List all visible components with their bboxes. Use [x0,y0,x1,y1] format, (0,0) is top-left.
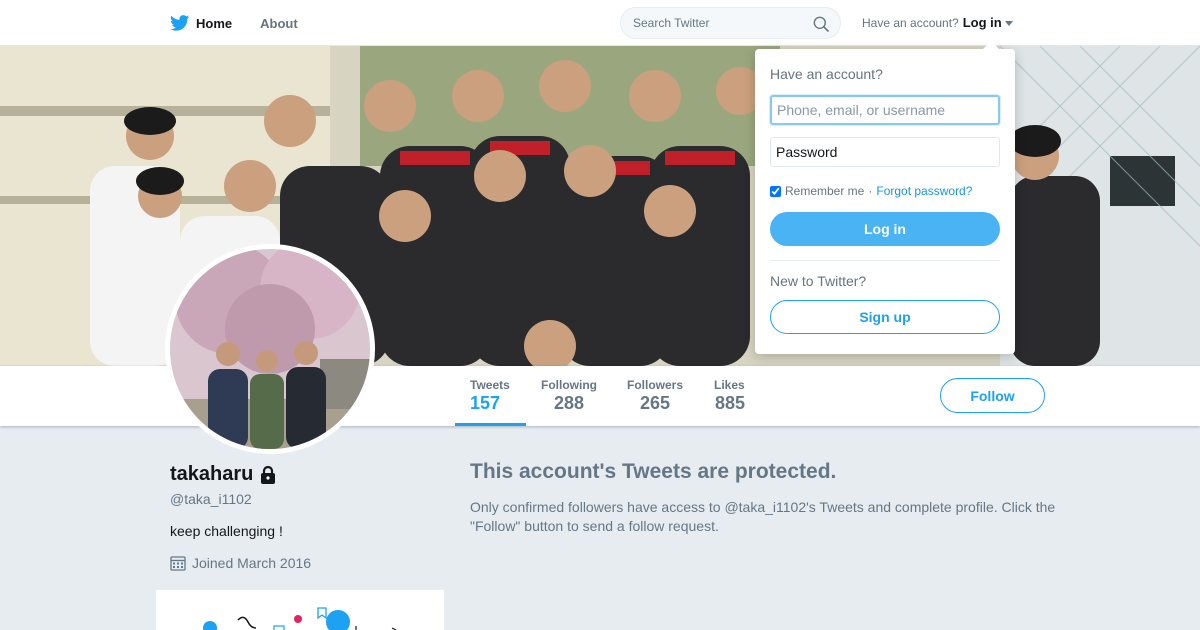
follow-button[interactable]: Follow [940,378,1045,413]
twitter-bird-icon [170,15,190,31]
login-dropdown-heading: Have an account? [770,66,883,82]
search-box[interactable] [620,7,841,39]
remember-row: Remember me · Forgot password? [770,184,972,198]
remember-me-label[interactable]: Remember me [785,184,864,198]
search-input[interactable] [633,16,803,30]
forgot-password-link[interactable]: Forgot password? [876,184,972,198]
stat-label: Followers [627,378,684,392]
separator-dot: · [868,184,873,198]
login-dropdown-toggle[interactable]: Log in [963,15,1013,30]
stat-label: Following [541,378,597,392]
chevron-down-icon [1004,21,1013,26]
stat-value: 265 [640,393,671,413]
login-toggle-label: Log in [962,15,1002,30]
signup-promo-card [156,590,444,630]
nav-home-label: Home [196,15,233,31]
stat-value: 157 [470,393,501,413]
stat-followers[interactable]: Followers 265 [612,366,698,426]
nav-about-link[interactable]: About [260,16,298,31]
login-dropdown: Have an account? Remember me · Forgot pa… [755,41,1015,354]
joined-label: Joined March 2016 [192,555,312,571]
profile-joined: Joined March 2016 [170,555,311,571]
stat-tweets[interactable]: Tweets 157 [455,366,526,426]
protected-description: Only confirmed followers have access to … [470,499,1056,534]
new-to-twitter-text: New to Twitter? [770,273,867,289]
have-account-text: Have an account? [862,15,959,30]
stat-following[interactable]: Following 288 [526,366,612,426]
signup-button[interactable]: Sign up [770,300,1000,334]
profile-name[interactable]: takaharu [170,463,253,486]
lock-icon [261,465,276,484]
nav-home-link[interactable]: Home [170,15,232,31]
password-input[interactable] [770,137,1000,167]
have-account-area: Have an account? Log in [862,15,1013,30]
login-button[interactable]: Log in [770,212,1000,246]
avatar[interactable] [165,244,375,454]
profile-name-row: takaharu [170,463,277,486]
dropdown-divider [770,260,1000,261]
stat-value: 885 [715,393,746,413]
stat-value: 288 [554,393,585,413]
nav-links: Home About [170,0,298,46]
search-icon[interactable] [813,16,829,32]
calendar-icon [170,556,186,571]
top-nav-bar: Home About Have an account? Log in [0,0,1200,46]
profile-bio: keep challenging ! [170,523,283,539]
protected-title: This account's Tweets are protected. [470,460,837,483]
nav-about-label: About [260,15,298,31]
promo-illustration [203,607,397,630]
stat-label: Likes [714,378,745,392]
username-input[interactable] [770,95,1000,125]
profile-handle[interactable]: @taka_i1102 [170,491,252,507]
stat-label: Tweets [470,378,510,392]
remember-me-checkbox[interactable] [770,185,781,197]
stat-likes[interactable]: Likes 885 [699,366,760,426]
